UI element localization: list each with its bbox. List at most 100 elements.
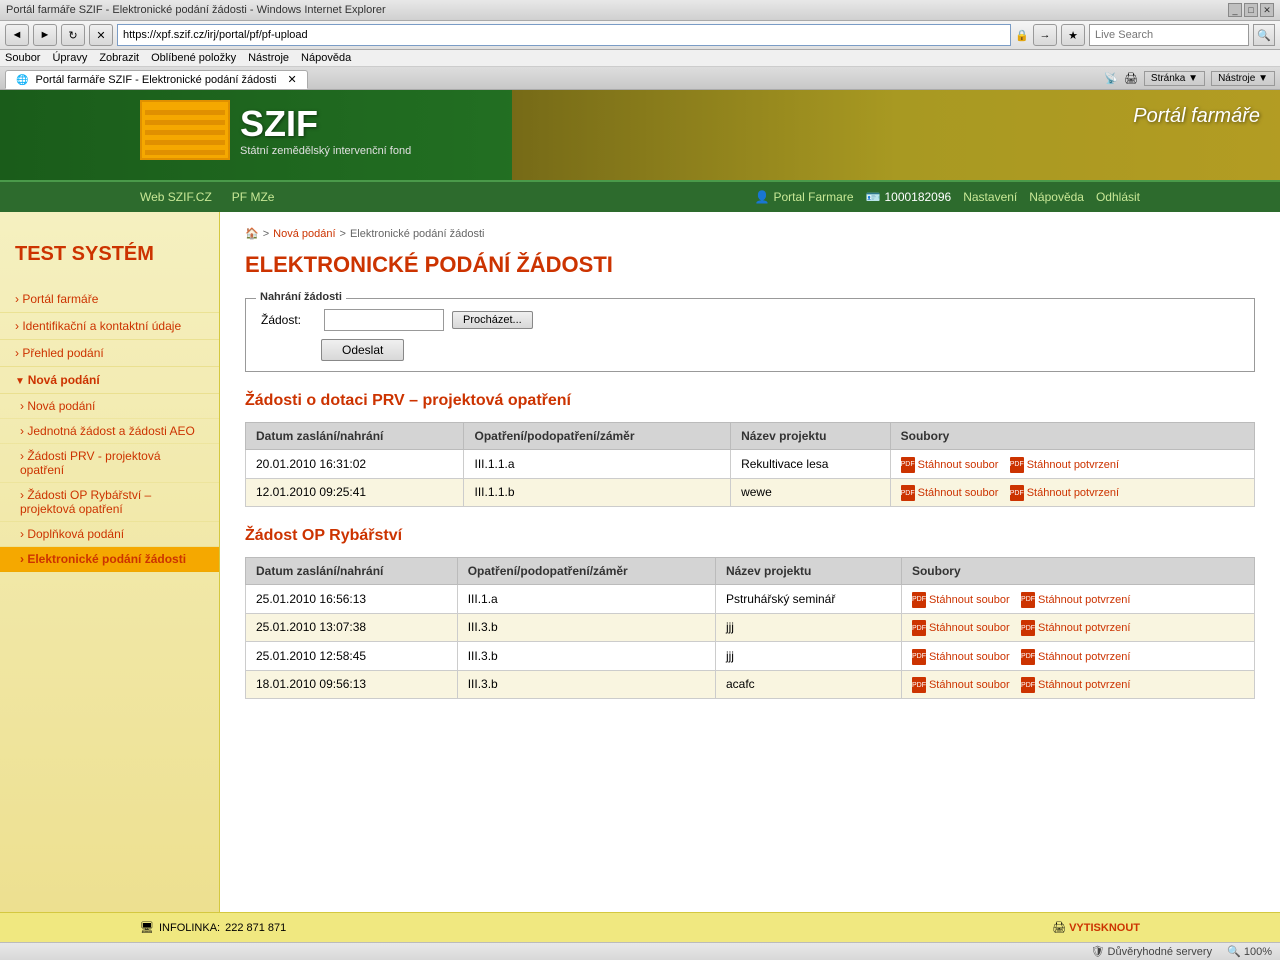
stop-button[interactable]: ✕ xyxy=(89,24,113,46)
prv-row1-potvrzeni-link[interactable]: PDF Stáhnout potvrzení xyxy=(1010,457,1119,473)
statusbar-right: 🛡 Důvěryhodné servery 🔍 100% xyxy=(1091,945,1273,958)
sidebar-sub-zadosti-prv[interactable]: Žádosti PRV - projektová opatření xyxy=(0,444,219,483)
active-tab[interactable]: 🌐 Portál farmáře SZIF - Elektronické pod… xyxy=(5,70,308,89)
browse-button[interactable]: Procházet... xyxy=(452,311,533,329)
table-row: 25.01.2010 12:58:45 III.3.b jjj PDF Stáh… xyxy=(246,642,1255,671)
shield-icon: 🛡 xyxy=(1091,946,1105,958)
prv-row1-soubory: PDF Stáhnout soubor PDF Stáhnout potvrze… xyxy=(890,450,1254,479)
prv-col-soubory: Soubory xyxy=(890,423,1254,450)
napoveda-link[interactable]: Nápověda xyxy=(1029,190,1084,204)
user-id-area: 🪪 1000182096 xyxy=(866,190,952,204)
ryb-row3-opatreni: III.3.b xyxy=(457,642,715,671)
go-button[interactable]: → xyxy=(1033,24,1057,46)
back-button[interactable]: ◄ xyxy=(5,24,29,46)
szif-header: SZIF Státní zemědělský intervenční fond … xyxy=(0,90,1280,180)
pdf-icon-2: PDF xyxy=(1010,457,1024,473)
pdf-icon-9: PDF xyxy=(912,649,926,665)
sidebar-sub-doplnkova[interactable]: Doplňková podání xyxy=(0,522,219,547)
sidebar-item-portal-farmare[interactable]: Portál farmáře xyxy=(0,286,219,313)
breadcrumb-separator-2: > xyxy=(340,228,346,240)
prv-section-heading: Žádosti o dotaci PRV – projektová opatře… xyxy=(245,392,1255,410)
ryb-col-projekt: Název projektu xyxy=(715,558,901,585)
pdf-icon-5: PDF xyxy=(912,592,926,608)
rss-icon[interactable]: 📡 xyxy=(1104,72,1118,85)
ryb-row2-potvrzeni-link[interactable]: PDF Stáhnout potvrzení xyxy=(1021,620,1130,636)
sidebar-sub-elektronicke[interactable]: Elektronické podání žádosti xyxy=(0,547,219,572)
print-link[interactable]: VYTISKNOUT xyxy=(1069,922,1140,934)
ryb-row3-potvrzeni-link[interactable]: PDF Stáhnout potvrzení xyxy=(1021,649,1130,665)
header-bg-image xyxy=(512,90,1280,180)
ryb-row2-projekt: jjj xyxy=(715,613,901,642)
ryb-row2-datum: 25.01.2010 13:07:38 xyxy=(246,613,458,642)
ryb-row1-soubor-link[interactable]: PDF Stáhnout soubor xyxy=(912,592,1010,608)
search-button[interactable]: 🔍 xyxy=(1253,24,1275,46)
home-icon[interactable]: 🏠 xyxy=(245,227,259,240)
sidebar-sub-jednotna-zadost[interactable]: Jednotná žádost a žádosti AEO xyxy=(0,419,219,444)
minimize-button[interactable]: _ xyxy=(1228,3,1242,17)
add-favorite-button[interactable]: ★ xyxy=(1061,24,1085,46)
ryb-row1-opatreni: III.1.a xyxy=(457,585,715,614)
menu-upravy[interactable]: Úpravy xyxy=(52,52,87,64)
odhlasit-link[interactable]: Odhlásit xyxy=(1096,190,1140,204)
ryb-row1-datum: 25.01.2010 16:56:13 xyxy=(246,585,458,614)
web-szif-link[interactable]: Web SZIF.CZ xyxy=(140,190,212,204)
pf-mze-link[interactable]: PF MZe xyxy=(232,190,275,204)
ryb-row2-soubor-link[interactable]: PDF Stáhnout soubor xyxy=(912,620,1010,636)
print-icon[interactable]: 🖨 xyxy=(1124,72,1138,85)
lock-icon: 🔒 xyxy=(1015,29,1029,42)
menu-napoveda[interactable]: Nápověda xyxy=(301,52,351,64)
submit-button[interactable]: Odeslat xyxy=(321,339,404,361)
stranka-button[interactable]: Stránka ▼ xyxy=(1144,71,1205,86)
window-controls[interactable]: _ □ ✕ xyxy=(1228,3,1274,17)
maximize-button[interactable]: □ xyxy=(1244,3,1258,17)
sidebar-sub-nova-podani[interactable]: Nová podání xyxy=(0,394,219,419)
sidebar-sub-zadosti-op[interactable]: Žádosti OP Rybářství – projektová opatře… xyxy=(0,483,219,522)
ryb-col-soubory: Soubory xyxy=(901,558,1254,585)
sidebar-item-prehled-podani[interactable]: Přehled podání xyxy=(0,340,219,367)
portal-farmare-link[interactable]: Portal Farmare xyxy=(773,190,853,204)
table-row: 18.01.2010 09:56:13 III.3.b acafc PDF St… xyxy=(246,670,1255,699)
szif-subtitle: Státní zemědělský intervenční fond xyxy=(240,145,411,157)
szif-logo-box xyxy=(140,100,230,160)
prv-col-datum: Datum zaslání/nahrání xyxy=(246,423,464,450)
menu-soubor[interactable]: Soubor xyxy=(5,52,40,64)
toolbar-icons: 📡 🖨 Stránka ▼ Nástroje ▼ xyxy=(1104,71,1275,89)
user-id: 1000182096 xyxy=(884,190,951,204)
sidebar-item-identifikacni[interactable]: Identifikační a kontaktní údaje xyxy=(0,313,219,340)
nastroje-button[interactable]: Nástroje ▼ xyxy=(1211,71,1275,86)
content-area: 🏠 > Nová podání > Elektronické podání žá… xyxy=(220,212,1280,912)
address-bar[interactable] xyxy=(117,24,1011,46)
printer-icon: 🖥 xyxy=(140,921,154,934)
prv-row1-projekt: Rekultivace lesa xyxy=(731,450,891,479)
sidebar-section-nova-podani[interactable]: Nová podání xyxy=(0,367,219,394)
close-button[interactable]: ✕ xyxy=(1260,3,1274,17)
menu-nastroje[interactable]: Nástroje xyxy=(248,52,289,64)
table-row: 20.01.2010 16:31:02 III.1.1.a Rekultivac… xyxy=(246,450,1255,479)
menu-oblibene[interactable]: Oblíbené položky xyxy=(151,52,236,64)
prv-row2-soubor-link[interactable]: PDF Stáhnout soubor xyxy=(901,485,999,501)
prv-row2-potvrzeni-link[interactable]: PDF Stáhnout potvrzení xyxy=(1010,485,1119,501)
forward-button[interactable]: ► xyxy=(33,24,57,46)
ryb-row4-potvrzeni-link[interactable]: PDF Stáhnout potvrzení xyxy=(1021,677,1130,693)
tab-close-icon[interactable]: ✕ xyxy=(287,74,296,86)
ryb-row4-soubor-link[interactable]: PDF Stáhnout soubor xyxy=(912,677,1010,693)
ryb-row3-soubor-link[interactable]: PDF Stáhnout soubor xyxy=(912,649,1010,665)
ryb-row4-opatreni: III.3.b xyxy=(457,670,715,699)
refresh-button[interactable]: ↻ xyxy=(61,24,85,46)
id-icon: 🪪 xyxy=(866,190,881,204)
ryb-row1-projekt: Pstruhářský seminář xyxy=(715,585,901,614)
prv-row2-soubory: PDF Stáhnout soubor PDF Stáhnout potvrze… xyxy=(890,478,1254,507)
search-input[interactable] xyxy=(1089,24,1249,46)
upload-file-input[interactable] xyxy=(324,309,444,331)
zoom-level: 🔍 100% xyxy=(1227,945,1272,958)
menu-zobrazit[interactable]: Zobrazit xyxy=(99,52,139,64)
prv-row2-opatreni: III.1.1.b xyxy=(464,478,731,507)
breadcrumb-nova-podani[interactable]: Nová podání xyxy=(273,228,335,240)
browser-title: Portál farmáře SZIF - Elektronické podán… xyxy=(6,4,386,16)
page-title: ELEKTRONICKÉ PODÁNÍ ŽÁDOSTI xyxy=(245,252,1255,278)
upload-section: Nahrání žádosti Žádost: Procházet... Ode… xyxy=(245,298,1255,372)
prv-row1-soubor-link[interactable]: PDF Stáhnout soubor xyxy=(901,457,999,473)
ryb-row1-potvrzeni-link[interactable]: PDF Stáhnout potvrzení xyxy=(1021,592,1130,608)
nastaveni-link[interactable]: Nastavení xyxy=(963,190,1017,204)
table-row: 25.01.2010 13:07:38 III.3.b jjj PDF Stáh… xyxy=(246,613,1255,642)
